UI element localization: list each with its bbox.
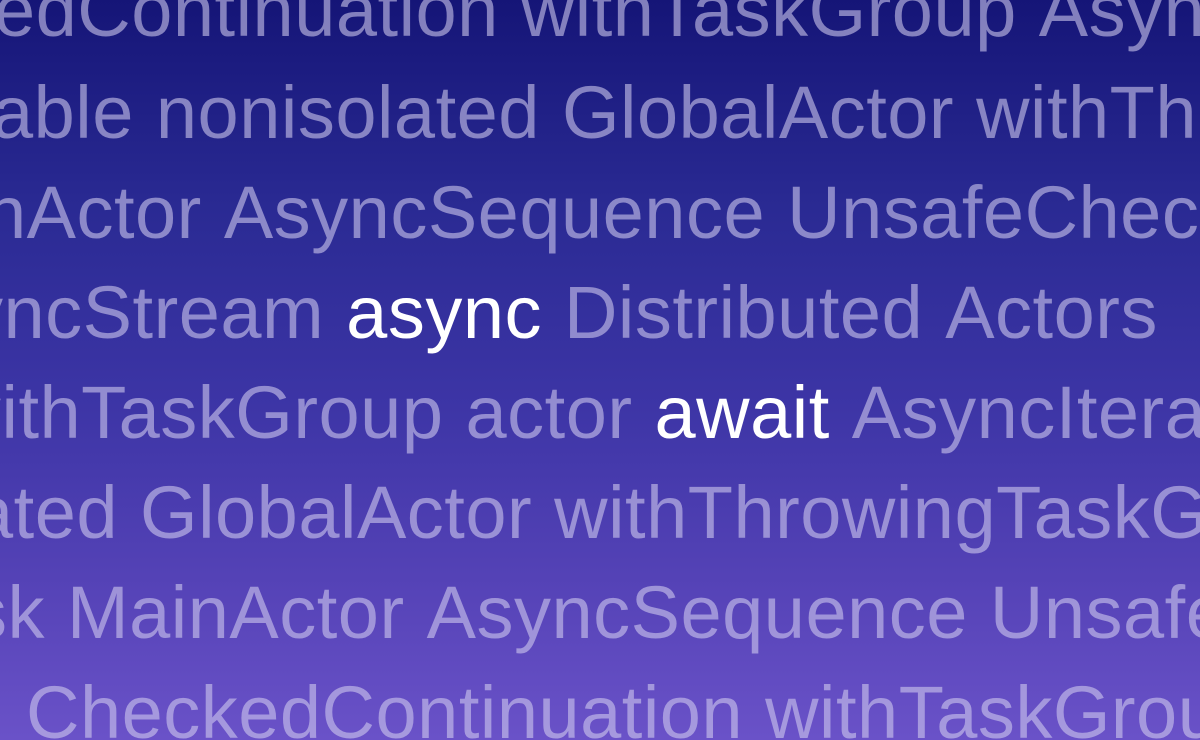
keyword: AsyncSequence	[426, 571, 968, 654]
keyword: Async	[1038, 0, 1200, 52]
keyword: sk	[0, 571, 45, 654]
keyword-line: skMainActorAsyncSequenceUnsafe	[0, 576, 1200, 650]
keyword: yncStream	[0, 271, 325, 354]
keyword-line: inActorAsyncSequenceUnsafeChec	[0, 176, 1200, 250]
keyword: ated	[0, 471, 119, 554]
keyword: MainActor	[67, 571, 405, 654]
keyword: GlobalActor	[561, 71, 955, 154]
keyword: UnsafeChec	[787, 171, 1200, 254]
keyword: vithTaskGroup	[0, 371, 444, 454]
keyword: able	[0, 71, 134, 154]
keyword-banner: edContinuationwithTaskGroupAsync ablenon…	[0, 0, 1200, 740]
keyword-line: yncStream async Distributed Actors	[0, 276, 1180, 350]
keyword: AsyncSequence	[223, 171, 766, 254]
keyword-line: atedGlobalActorwithThrowingTaskG	[0, 476, 1200, 550]
keyword: withTh	[976, 71, 1198, 154]
keyword: CheckedContinuation	[26, 671, 744, 740]
keyword: Unsafe	[989, 571, 1200, 654]
keyword: GlobalActor	[140, 471, 533, 554]
keyword-highlighted: await	[654, 371, 830, 454]
keyword: AsyncItera	[851, 371, 1200, 454]
keyword: inActor	[0, 171, 202, 254]
keyword: withTaskGrou	[765, 671, 1200, 740]
keyword: Distributed	[563, 271, 924, 354]
keyword: actor	[465, 371, 633, 454]
keyword: nonisolated	[155, 71, 540, 154]
keyword: withTaskGroup	[520, 0, 1017, 52]
keyword-highlighted: async	[346, 271, 542, 354]
keyword-line: edContinuationwithTaskGroupAsync	[0, 0, 1200, 48]
keyword-line: CheckedContinuation withTaskGrou	[26, 676, 1200, 740]
keyword-line: vithTaskGroup actor await AsyncItera	[0, 376, 1200, 450]
keyword-line: able nonisolated GlobalActor withTh	[0, 76, 1200, 150]
keyword: edContinuation	[0, 0, 499, 52]
keyword: Actors	[945, 271, 1158, 354]
keyword: withThrowingTaskG	[554, 471, 1200, 554]
